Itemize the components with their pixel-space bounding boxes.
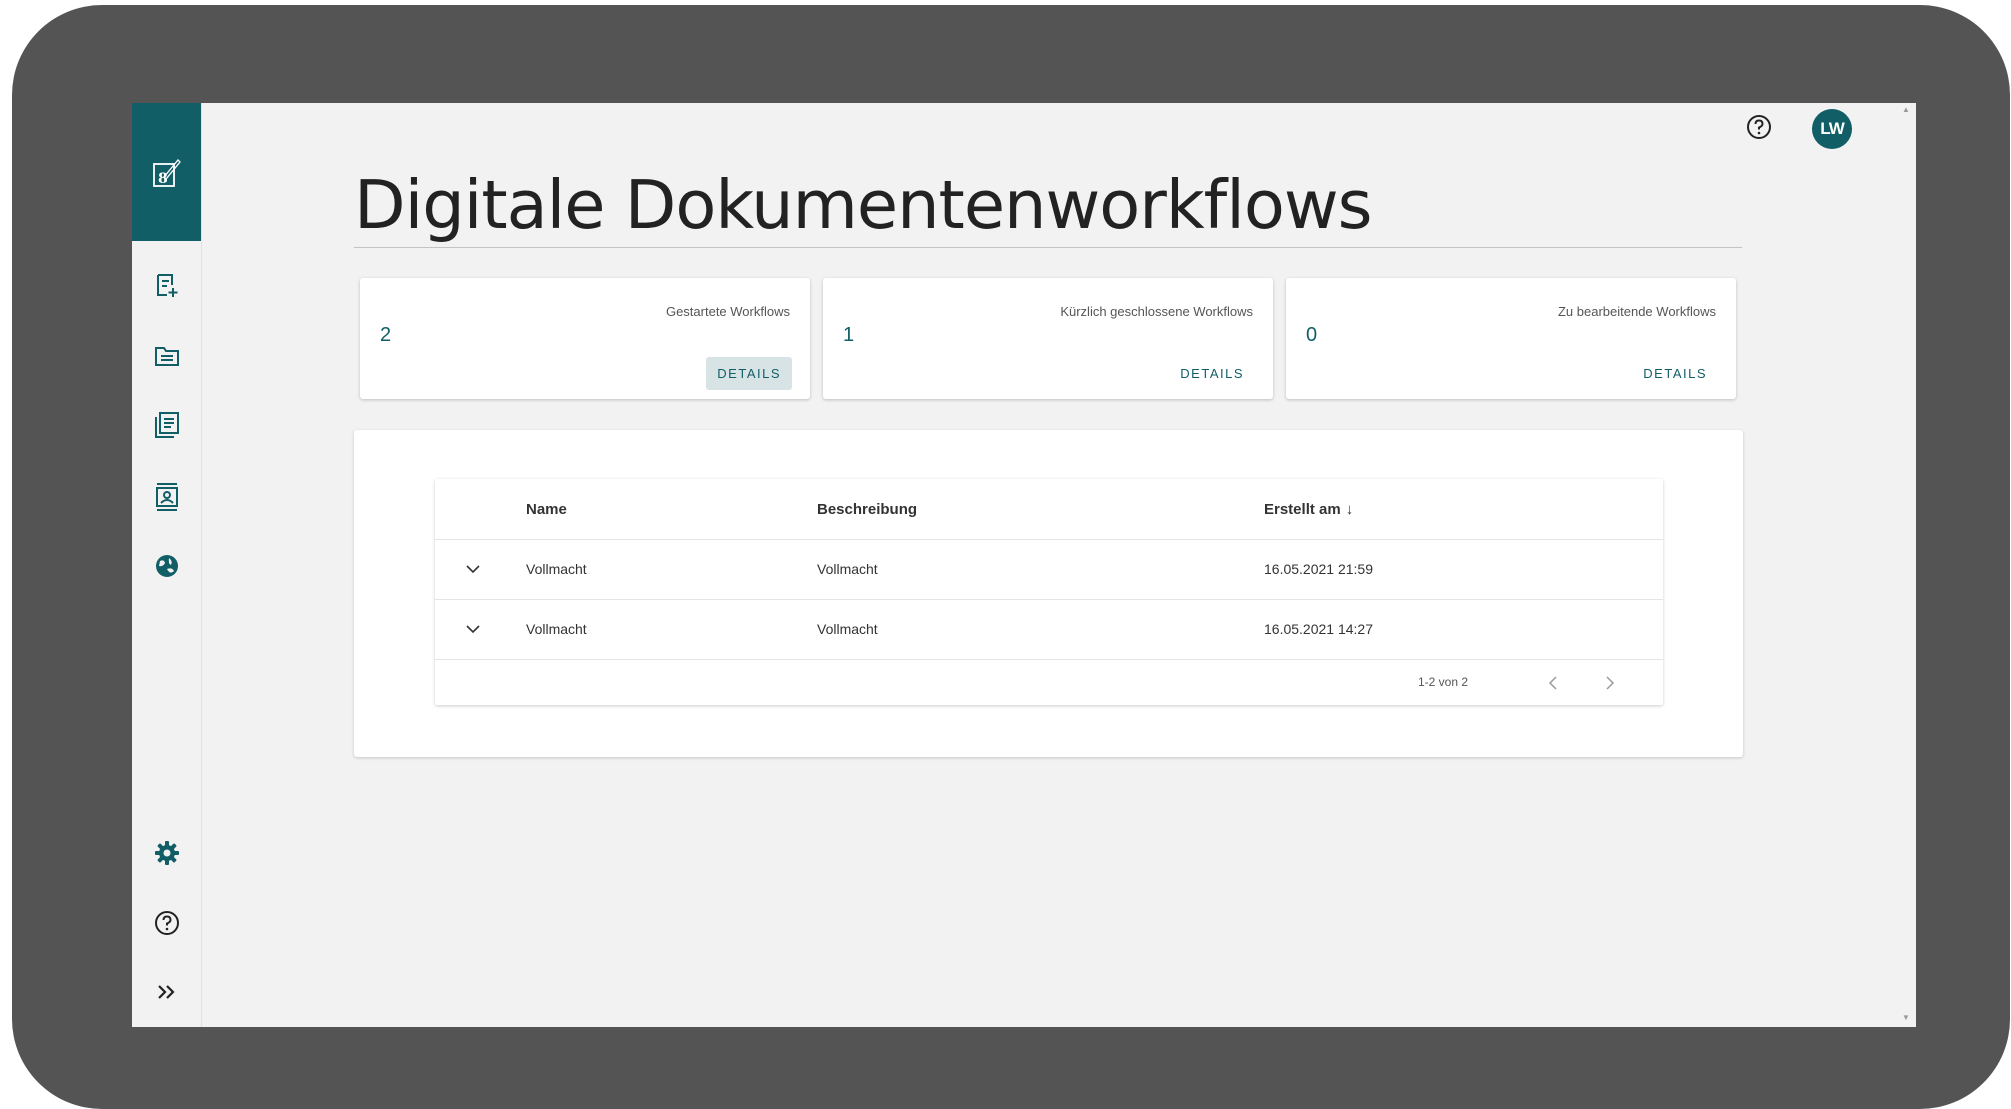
- signature-logo-icon: 8: [152, 159, 181, 187]
- sidebar-item-help[interactable]: [132, 903, 201, 943]
- table-header-row: Name Beschreibung Erstellt am ↓: [435, 479, 1663, 540]
- next-page-button[interactable]: [1595, 668, 1625, 698]
- sidebar-expand-button[interactable]: [132, 972, 201, 1012]
- row-created: 16.05.2021 14:27: [1264, 621, 1373, 637]
- contacts-icon: [155, 483, 178, 511]
- chevron-down-icon: [466, 565, 480, 574]
- workflow-table: Name Beschreibung Erstellt am ↓ Vollmach…: [435, 479, 1663, 705]
- new-document-icon: [156, 274, 177, 297]
- globe-icon: [155, 555, 178, 577]
- row-description: Vollmacht: [817, 561, 878, 577]
- table-row[interactable]: Vollmacht Vollmacht 16.05.2021 14:27: [435, 599, 1663, 660]
- row-description: Vollmacht: [817, 621, 878, 637]
- chevron-left-icon: [1548, 676, 1557, 690]
- sidebar-item-contacts[interactable]: [132, 477, 201, 517]
- column-header-description[interactable]: Beschreibung: [817, 479, 917, 539]
- title-divider: [354, 247, 1742, 248]
- sort-descending-icon: ↓: [1345, 500, 1354, 518]
- folder-icon: [154, 347, 179, 366]
- device-frame: 8 LW ▲ ▼ Digitale Dokumentenworkflows Ge…: [12, 5, 2010, 1109]
- user-avatar[interactable]: LW: [1812, 109, 1852, 149]
- gear-icon: [154, 841, 179, 865]
- details-button[interactable]: DETAILS: [1632, 357, 1718, 390]
- app-logo[interactable]: 8: [132, 103, 201, 241]
- previous-page-button[interactable]: [1538, 668, 1568, 698]
- header-help-button[interactable]: [1745, 113, 1773, 141]
- help-icon: [1747, 115, 1771, 139]
- stat-card-count: 2: [380, 324, 392, 346]
- stat-card-closed: Kürzlich geschlossene Workflows 1 DETAIL…: [823, 278, 1273, 399]
- stat-card-count: 1: [843, 324, 855, 346]
- sidebar-item-folder[interactable]: [132, 336, 201, 376]
- stat-card-label: Zu bearbeitende Workflows: [1557, 304, 1716, 319]
- chevron-right-icon: [1606, 676, 1615, 690]
- column-header-created[interactable]: Erstellt am ↓: [1264, 479, 1353, 539]
- stat-card-label: Gestartete Workflows: [665, 304, 790, 319]
- document-list-icon: [154, 412, 179, 438]
- expand-row-button[interactable]: [461, 539, 485, 599]
- column-header-name[interactable]: Name: [526, 479, 567, 539]
- row-name: Vollmacht: [526, 621, 587, 637]
- sidebar-item-new-document[interactable]: [132, 266, 201, 306]
- column-header-created-label: Erstellt am: [1264, 500, 1341, 518]
- expand-icon: [157, 985, 175, 999]
- svg-text:8: 8: [158, 171, 168, 187]
- row-created: 16.05.2021 21:59: [1264, 561, 1373, 577]
- sidebar-item-settings[interactable]: [132, 833, 201, 873]
- app-window: 8 LW ▲ ▼ Digitale Dokumentenworkflows Ge…: [132, 103, 1916, 1027]
- page-title: Digitale Dokumentenworkflows: [354, 166, 1373, 244]
- workflow-panel: Name Beschreibung Erstellt am ↓ Vollmach…: [354, 430, 1743, 757]
- stat-card-label: Kürzlich geschlossene Workflows: [1060, 304, 1253, 319]
- stat-card-count: 0: [1306, 324, 1318, 346]
- row-name: Vollmacht: [526, 561, 587, 577]
- help-icon: [154, 911, 179, 935]
- details-button[interactable]: DETAILS: [1169, 357, 1255, 390]
- pagination: 1-2 von 2: [435, 660, 1663, 705]
- chevron-down-icon: [466, 625, 480, 634]
- scrollbar-down-arrow[interactable]: ▼: [1900, 1013, 1912, 1023]
- sidebar-item-document-list[interactable]: [132, 405, 201, 445]
- scrollbar-up-arrow[interactable]: ▲: [1900, 105, 1912, 115]
- details-button[interactable]: DETAILS: [706, 357, 792, 390]
- stat-card-started: Gestartete Workflows 2 DETAILS: [360, 278, 810, 399]
- sidebar-item-globe[interactable]: [132, 546, 201, 586]
- table-row[interactable]: Vollmacht Vollmacht 16.05.2021 21:59: [435, 539, 1663, 600]
- pagination-range: 1-2 von 2: [1418, 675, 1469, 689]
- expand-row-button[interactable]: [461, 599, 485, 659]
- sidebar: 8: [132, 103, 202, 1027]
- stat-card-pending: Zu bearbeitende Workflows 0 DETAILS: [1286, 278, 1736, 399]
